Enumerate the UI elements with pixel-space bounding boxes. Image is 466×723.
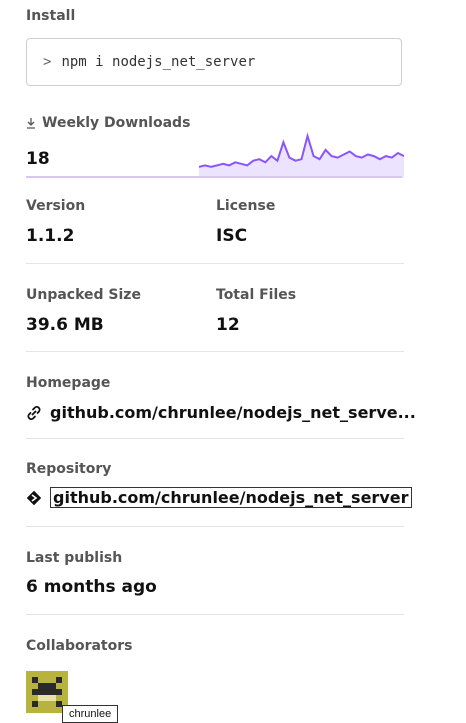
divider [26,351,404,352]
last-publish-value: 6 months ago [26,577,157,597]
download-icon [27,118,35,129]
repository-label: Repository [26,461,112,477]
weekly-downloads-sparkline [199,132,404,178]
install-command[interactable]: npm i nodejs_net_server [61,54,255,70]
homepage-link[interactable]: github.com/chrunlee/nodejs_net_serve... [26,403,416,422]
git-icon [26,490,42,505]
total-files-block: Total Files 12 [216,287,296,335]
license-label: License [216,198,276,214]
unpacked-size-value: 39.6 MB [26,315,104,335]
homepage-label: Homepage [26,375,111,391]
license-block: License ISC [216,198,275,246]
homepage-url[interactable]: github.com/chrunlee/nodejs_net_serve... [50,403,416,422]
repository-link[interactable]: github.com/chrunlee/nodejs_net_server [26,487,412,508]
total-files-label: Total Files [216,287,297,303]
weekly-downloads-value: 18 [26,149,50,169]
link-icon [27,405,41,420]
version-label: Version [26,198,86,214]
divider [26,263,404,264]
weekly-downloads-label: Weekly Downloads [26,115,190,131]
install-command-box[interactable]: > npm i nodejs_net_server [26,38,402,86]
last-publish-label: Last publish [26,550,123,566]
weekly-downloads-label-text: Weekly Downloads [42,115,191,131]
version-value: 1.1.2 [26,226,75,246]
license-value: ISC [216,226,248,246]
weekly-downloads-underline [26,176,402,178]
collaborator-tooltip: chrunlee [62,705,119,723]
divider [26,526,404,527]
version-block: Version 1.1.2 [26,198,85,246]
divider [26,438,404,439]
install-label: Install [26,8,76,24]
unpacked-size-block: Unpacked Size 39.6 MB [26,287,141,335]
prompt-icon: > [43,54,52,70]
collaborators-label: Collaborators [26,638,133,654]
repository-url[interactable]: github.com/chrunlee/nodejs_net_server [50,487,412,508]
unpacked-size-label: Unpacked Size [26,287,141,303]
divider [26,614,404,615]
total-files-value: 12 [216,315,240,335]
